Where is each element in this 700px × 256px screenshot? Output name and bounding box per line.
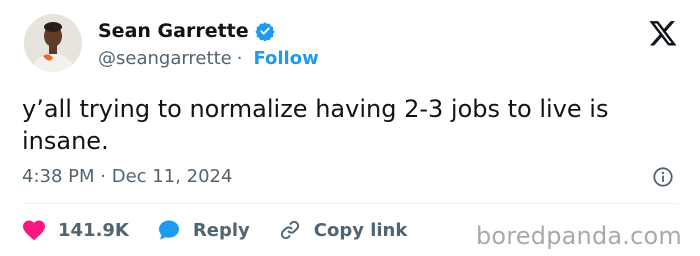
follow-button[interactable]: Follow (253, 48, 318, 69)
reply-button[interactable]: Reply (157, 218, 250, 242)
speech-bubble-icon (158, 220, 179, 240)
heart-icon (23, 220, 45, 241)
author-name-row: Sean Garrette (98, 20, 275, 42)
watermark: boredpanda.com (475, 222, 682, 250)
avatar[interactable] (24, 14, 82, 72)
reply-label: Reply (192, 219, 250, 241)
author-handle-row: @seangarrette · Follow (98, 48, 319, 69)
copy-link-label: Copy link (313, 219, 408, 241)
link-icon (280, 220, 299, 240)
author-name[interactable]: Sean Garrette (98, 20, 249, 42)
verified-badge-icon (254, 22, 275, 41)
timestamp-separator: · (100, 166, 106, 187)
action-bar: 141.9K Reply Copy link (22, 218, 435, 242)
author-handle[interactable]: @seangarrette (98, 48, 232, 69)
like-count: 141.9K (58, 219, 129, 241)
tweet-timestamp[interactable]: 4:38 PM · Dec 11, 2024 (22, 166, 232, 187)
tweet-time: 4:38 PM (22, 166, 95, 187)
tweet-date: Dec 11, 2024 (111, 166, 233, 187)
tweet-text: y’all trying to normalize having 2-3 job… (22, 95, 609, 155)
copy-link-button[interactable]: Copy link (278, 218, 408, 242)
x-logo-icon[interactable] (648, 18, 678, 48)
avatar-photo (24, 14, 82, 72)
divider (22, 203, 678, 204)
info-icon[interactable] (652, 166, 674, 188)
like-button[interactable]: 141.9K (22, 219, 129, 241)
separator-dot: · (236, 48, 243, 69)
